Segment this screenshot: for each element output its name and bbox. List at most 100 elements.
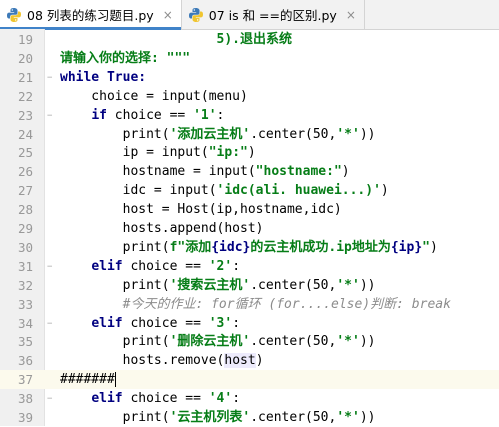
code-token: '搜索云主机' [169,277,251,293]
line-number: 38 [17,391,33,407]
code-token: elif [91,315,123,331]
code-text[interactable]: ####### [60,370,116,389]
code-token: print( [60,126,170,142]
code-text[interactable]: print('云主机列表'.center(50,'*')) [60,408,376,427]
line-number: 20 [17,50,33,66]
code-token: '*' [336,410,360,425]
code-token: "ip:" [208,145,248,161]
code-token: 请输入你的选择: """ [60,50,191,66]
fold-icon[interactable]: − [47,111,55,120]
line-number: 29 [17,221,33,236]
line-number: 19 [17,32,33,47]
code-line[interactable]: 21 while True: [0,68,499,87]
code-text[interactable]: #今天的作业: for循环 (for....else)判断: break [60,295,451,314]
code-line[interactable]: 39 print('云主机列表'.center(50,'*')) [0,408,499,427]
code-text[interactable]: elif choice == '3': [60,314,240,333]
fold-icon[interactable]: − [47,262,55,271]
code-text[interactable]: elif choice == '2': [60,257,240,276]
code-text[interactable]: if choice == '1': [60,106,224,125]
code-line[interactable]: 27 idc = input('idc(ali. huawei...)') [0,181,499,200]
code-token: elif [91,391,123,407]
code-text[interactable]: host = Host(ip,hostname,idc) [60,200,342,219]
code-text[interactable]: choice = input(menu) [60,87,248,106]
code-token: hostname = input( [60,164,256,180]
code-text[interactable]: print('删除云主机'.center(50,'*')) [60,332,376,351]
line-number: 37 [17,372,33,388]
code-line[interactable]: 30 print(f"添加{idc}的云主机成功.ip地址为{ip}") [0,238,499,257]
editor-tab-bar: 08 列表的练习题目.py × 07 is 和 ==的区别.py × [0,0,499,30]
code-token: " [422,239,430,255]
tab-label: 08 列表的练习题目.py [27,8,154,23]
code-text[interactable]: hosts.append(host) [60,219,264,238]
code-line[interactable]: 29 hosts.append(host) [0,219,499,238]
code-text[interactable]: 5).退出系统 [60,30,292,49]
code-token: f"添加 [169,239,212,255]
code-token: choice == [122,258,209,274]
line-number: 26 [17,164,33,180]
code-text[interactable]: elif choice == '4': [60,389,240,408]
code-token: )) [359,126,376,142]
code-line[interactable]: 22 choice = input(menu) [0,87,499,106]
code-editor[interactable]: 19 5).退出系统 20 请输入你的选择: """ 21 while True: 22 … [0,29,499,426]
line-number: 33 [17,296,33,312]
code-line[interactable]: 31 elif choice == '2': [0,257,499,276]
code-line[interactable]: 34 elif choice == '3': [0,314,499,333]
code-area[interactable]: 19 5).退出系统 20 请输入你的选择: """ 21 while True: 22 … [0,29,499,426]
code-token: : [232,391,241,407]
line-number: 32 [17,277,33,293]
code-token: : [138,69,147,85]
code-text[interactable]: hostname = input("hostname:") [60,162,350,181]
code-line[interactable]: 26 hostname = input("hostname:") [0,162,499,181]
code-line[interactable]: 25 ip = input("ip:") [0,143,499,162]
code-text[interactable]: print(f"添加{idc}的云主机成功.ip地址为{ip}") [60,238,438,257]
code-token: )) [359,410,376,425]
code-token: ) [247,145,256,161]
code-token: "hostname:" [255,164,342,180]
code-token: print( [60,334,170,350]
code-token: print( [60,277,170,293]
code-token: '*' [336,277,360,293]
code-token: '3' [208,315,233,331]
code-token: .center(50, [250,126,337,142]
fold-icon[interactable]: − [47,395,55,404]
code-token: .center(50, [250,410,337,425]
code-line[interactable]: 23 if choice == '1': [0,106,499,125]
code-token: .center(50, [250,277,337,293]
code-line[interactable]: 37 ####### [0,370,499,390]
code-text[interactable]: 请输入你的选择: """ [60,49,190,68]
close-icon[interactable]: × [163,8,173,22]
code-token: 5).退出系统 [60,32,293,47]
code-line[interactable]: 20 请输入你的选择: """ [0,49,499,68]
code-line[interactable]: 19 5).退出系统 [0,30,499,49]
code-line[interactable]: 28 host = Host(ip,hostname,idc) [0,200,499,219]
code-text[interactable]: print('添加云主机'.center(50,'*')) [60,125,376,144]
code-token: '4' [208,391,233,407]
code-token: '删除云主机' [169,334,251,350]
code-text[interactable]: while True: [60,68,146,87]
code-token: {idc} [211,239,251,255]
line-number: 34 [17,315,33,331]
code-line[interactable]: 35 print('删除云主机'.center(50,'*')) [0,332,499,351]
tab-is-vs-equals[interactable]: 07 is 和 ==的区别.py × [182,0,365,29]
code-text[interactable]: ip = input("ip:") [60,143,256,162]
code-line[interactable]: 33 #今天的作业: for循环 (for....else)判断: break [0,295,499,314]
fold-icon[interactable]: − [47,319,55,328]
code-token: choice = input(menu) [60,88,248,104]
close-icon[interactable]: × [346,8,356,22]
code-text[interactable]: idc = input('idc(ali. huawei...)') [60,181,389,200]
code-token: hosts.append(host) [60,221,264,236]
code-text[interactable]: hosts.remove(host) [60,351,264,370]
code-token: choice == [106,107,194,123]
code-line[interactable]: 24 print('添加云主机'.center(50,'*')) [0,125,499,144]
code-token: host [224,353,256,369]
code-line[interactable]: 38 elif choice == '4': [0,389,499,408]
tab-list-exercises[interactable]: 08 列表的练习题目.py × [0,0,182,30]
code-token: #今天的作业: for循环 (for....else)判断: break [60,296,451,312]
tab-label: 07 is 和 ==的区别.py [208,8,337,23]
code-token: while True [60,69,139,85]
code-line[interactable]: 36 hosts.remove(host) [0,351,499,370]
python-file-icon [7,7,21,22]
code-text[interactable]: print('搜索云主机'.center(50,'*')) [60,276,376,295]
code-line[interactable]: 32 print('搜索云主机'.center(50,'*')) [0,276,499,295]
fold-icon[interactable]: − [47,73,55,82]
